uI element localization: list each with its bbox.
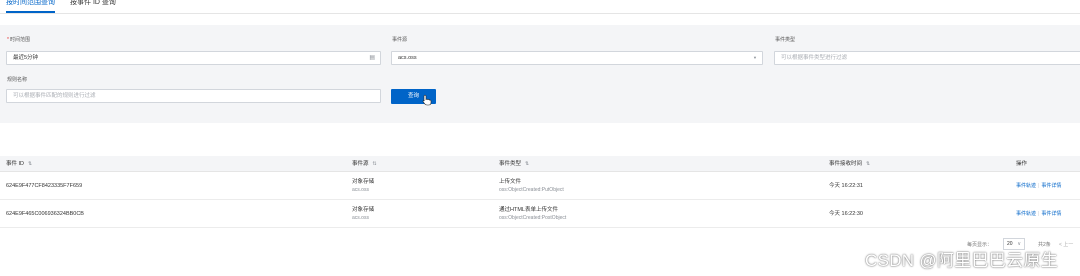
tab-bar: 按时间范围查询 按事件 ID 查询: [0, 0, 1080, 14]
actions-cell: 事件轨迹 | 事件详情: [1016, 210, 1061, 218]
table-header: 事件 ID ⇅ 事件源 ⇅ 事件类型 ⇅ 事件接收时间 ⇅ 操作: [0, 156, 1080, 172]
divider: |: [1038, 183, 1040, 189]
event-id-cell: 624E9F465C006936324BB0CB: [6, 211, 84, 217]
received-time-cell: 今天 16:22:31: [829, 183, 863, 189]
event-trace-link[interactable]: 事件轨迹: [1016, 183, 1036, 189]
event-trace-link[interactable]: 事件轨迹: [1016, 211, 1036, 217]
time-range-value: 最近5分钟: [13, 55, 39, 61]
rule-name-placeholder: 可以根据事件匹配的规则进行过滤: [13, 93, 96, 99]
sort-icon[interactable]: ⇅: [373, 161, 377, 167]
column-event-id[interactable]: 事件 ID ⇅: [6, 156, 32, 172]
filter-panel: *时间范围 最近5分钟 ▤ 事件源 acs.oss ▼ 事件类型 可以根据事件类…: [0, 25, 1080, 123]
time-range-label: *时间范围: [7, 37, 30, 44]
time-range-label-text: 时间范围: [9, 37, 30, 43]
sort-icon[interactable]: ⇅: [28, 161, 32, 167]
column-event-type[interactable]: 事件类型 ⇅: [499, 156, 529, 172]
event-type-input[interactable]: 可以根据事件类型进行过滤: [774, 51, 1080, 65]
event-type-cell: 上传文件 oss:ObjectCreated:PutObject: [499, 178, 564, 194]
source-code: acs.oss: [352, 187, 369, 193]
sort-icon[interactable]: ⇅: [525, 161, 529, 167]
event-type-placeholder: 可以根据事件类型进行过滤: [781, 55, 848, 61]
caret-down-icon: ▼: [753, 55, 757, 60]
event-id-cell: 624E9F477CF8423335F7F659: [6, 183, 83, 189]
rule-name-label: 规则名称: [7, 77, 28, 83]
event-type-label: 事件类型: [775, 37, 796, 43]
type-code: oss:ObjectCreated:PostObject: [499, 215, 567, 221]
column-label: 事件 ID: [6, 161, 25, 167]
calendar-icon: ▤: [369, 55, 375, 61]
column-actions: 操作: [1016, 161, 1028, 167]
column-received-time[interactable]: 事件接收时间 ⇅: [829, 156, 870, 172]
event-source-label: 事件源: [392, 37, 408, 43]
tab-time-range-query[interactable]: 按时间范围查询: [6, 0, 55, 13]
type-code: oss:ObjectCreated:PutObject: [499, 187, 564, 193]
actions-cell: 事件轨迹 | 事件详情: [1016, 182, 1061, 190]
event-source-cell: 对象存储 acs.oss: [352, 206, 374, 222]
column-label: 事件类型: [499, 161, 522, 167]
table-row: 624E9F477CF8423335F7F659 对象存储 acs.oss 上传…: [0, 173, 1080, 200]
tab-event-id-query[interactable]: 按事件 ID 查询: [70, 0, 116, 9]
divider: |: [1038, 211, 1040, 217]
column-label: 事件源: [352, 161, 369, 167]
watermark: CSDN @阿里巴巴云原生: [865, 251, 1059, 270]
source-name: 对象存储: [352, 207, 375, 213]
hand-cursor-icon: [422, 94, 432, 106]
type-name: 通过HTML表单上传文件: [499, 207, 558, 213]
time-range-picker[interactable]: 最近5分钟 ▤: [6, 51, 381, 65]
sort-icon[interactable]: ⇅: [866, 161, 870, 167]
column-label: 事件接收时间: [829, 161, 863, 167]
event-detail-link[interactable]: 事件详情: [1041, 211, 1061, 217]
source-code: acs.oss: [352, 215, 369, 221]
event-source-cell: 对象存储 acs.oss: [352, 178, 374, 194]
column-event-source[interactable]: 事件源 ⇅: [352, 156, 377, 172]
table-row: 624E9F465C006936324BB0CB 对象存储 acs.oss 通过…: [0, 201, 1080, 228]
required-mark: *: [7, 37, 9, 43]
type-name: 上传文件: [499, 179, 522, 185]
event-type-cell: 通过HTML表单上传文件 oss:ObjectCreated:PostObjec…: [499, 206, 566, 222]
prev-page-button[interactable]: < 上一: [1059, 241, 1073, 248]
source-name: 对象存储: [352, 179, 375, 185]
event-source-value: acs.oss: [398, 55, 417, 61]
event-source-select[interactable]: acs.oss ▼: [391, 51, 763, 65]
event-detail-link[interactable]: 事件详情: [1041, 183, 1061, 189]
received-time-cell: 今天 16:22:30: [829, 211, 863, 217]
rule-name-input[interactable]: 可以根据事件匹配的规则进行过滤: [6, 89, 381, 103]
